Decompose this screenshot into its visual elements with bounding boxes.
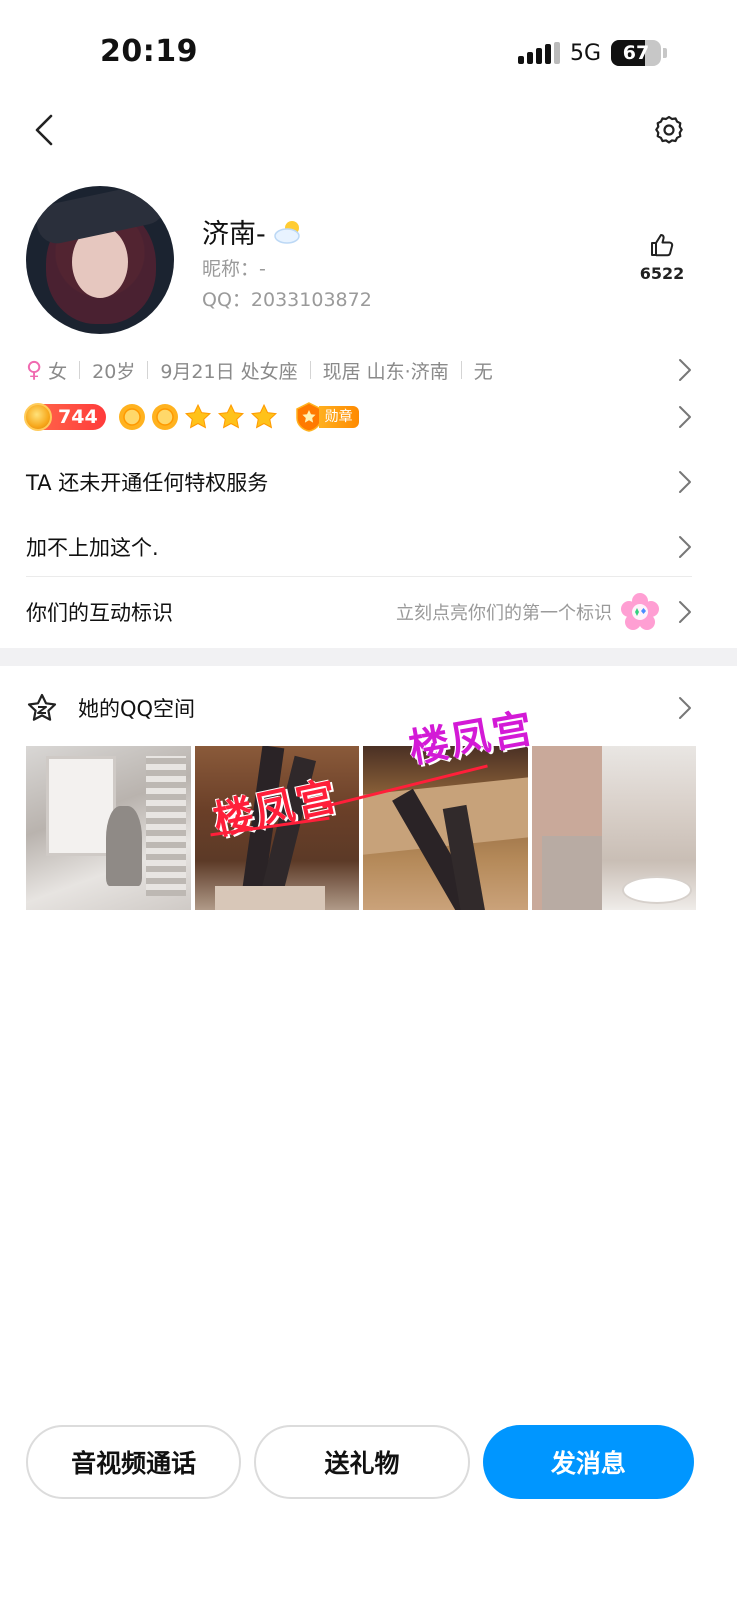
- level-row[interactable]: 744 勋章: [24, 400, 692, 434]
- medal-label: 勋章: [318, 406, 359, 428]
- coin-value: 744: [58, 406, 98, 428]
- extra-text: 无: [473, 360, 493, 383]
- divider: [26, 576, 692, 577]
- medal-badge: 勋章: [295, 402, 359, 432]
- interaction-row[interactable]: 你们的互动标识 立刻点亮你们的第一个标识: [26, 582, 692, 642]
- thumbs-up-icon: [651, 234, 674, 257]
- sun-icon: [118, 404, 145, 430]
- like-count: 6522: [639, 264, 685, 283]
- profile-name-row: 济南-: [202, 212, 304, 251]
- section-divider: [0, 648, 737, 666]
- avatar[interactable]: [26, 186, 174, 334]
- star-icon: [184, 403, 211, 429]
- interaction-hint-group: 立刻点亮你们的第一个标识: [396, 592, 660, 632]
- interaction-hint: 立刻点亮你们的第一个标识: [396, 603, 612, 624]
- signal-icon: [517, 42, 560, 64]
- skirt: [214, 886, 325, 910]
- star-icon: [250, 403, 277, 429]
- gender-text: 女: [48, 360, 68, 383]
- profile-name: 济南-: [202, 219, 266, 250]
- partly-cloudy-icon: [274, 220, 300, 244]
- network-type: 5G: [569, 40, 601, 66]
- qzone-row[interactable]: 她的QQ空间: [26, 686, 692, 730]
- send-message-button[interactable]: 发消息: [482, 1425, 694, 1499]
- divider: [309, 361, 311, 379]
- back-button[interactable]: [26, 112, 62, 148]
- flower-icon: [621, 593, 659, 630]
- divider: [460, 361, 462, 379]
- signature-text: 加不上加这个.: [26, 536, 159, 560]
- qzone-star-icon: [27, 693, 57, 721]
- chevron-left-icon: [35, 114, 53, 146]
- chevron-right-icon: [679, 471, 691, 493]
- battery-icon: 67: [611, 40, 661, 66]
- chevron-right-icon: [679, 359, 691, 381]
- chevron-right-icon: [679, 536, 691, 558]
- status-indicators: 5G 67: [517, 40, 667, 66]
- battery-level: 67: [622, 42, 650, 64]
- gear-icon: [655, 115, 683, 144]
- chevron-right-icon: [679, 406, 691, 428]
- send-gift-button[interactable]: 送礼物: [254, 1425, 470, 1499]
- female-icon: ♀: [26, 357, 43, 383]
- coin-icon: [24, 403, 52, 431]
- video-call-button[interactable]: 音视频通话: [26, 1425, 242, 1499]
- qzone-photo[interactable]: [531, 746, 696, 910]
- sink: [621, 876, 692, 904]
- like-button[interactable]: 6522: [637, 232, 687, 283]
- settings-button[interactable]: [651, 112, 687, 148]
- qzone-photo[interactable]: [26, 746, 191, 910]
- signature-row[interactable]: 加不上加这个.: [26, 517, 692, 577]
- basic-info-row[interactable]: ♀ 女 20岁 9月21日 处女座 现居 山东·济南 无: [26, 354, 692, 386]
- profile-qq-number: QQ：2033103872: [202, 289, 372, 311]
- age-text: 20岁: [92, 360, 136, 383]
- star-icon: [217, 403, 244, 429]
- divider: [147, 361, 149, 379]
- qzone-label: 她的QQ空间: [78, 697, 196, 721]
- chevron-right-icon: [679, 697, 691, 719]
- interaction-label: 你们的互动标识: [26, 601, 173, 625]
- privilege-row[interactable]: TA 还未开通任何特权服务: [26, 452, 692, 512]
- dress: [541, 836, 602, 910]
- battery-tip: [663, 48, 667, 58]
- birthday-text: 9月21日 处女座: [160, 360, 298, 383]
- qzone-photo[interactable]: [363, 746, 528, 910]
- status-time: 20:19: [100, 34, 198, 69]
- profile-nickname: 昵称：-: [202, 258, 266, 280]
- location-text: 现居 山东·济南: [322, 360, 449, 383]
- status-bar: 20:19 5G 67: [0, 0, 737, 100]
- divider: [79, 361, 81, 379]
- coin-badge: 744: [24, 403, 106, 431]
- chevron-right-icon: [679, 601, 691, 623]
- privilege-text: TA 还未开通任何特权服务: [26, 471, 269, 495]
- sun-icon: [151, 404, 178, 430]
- qzone-photo-strip: [26, 746, 696, 910]
- radiator: [146, 756, 186, 896]
- bottom-action-bar: 音视频通话 送礼物 发消息: [26, 1425, 694, 1499]
- figure: [106, 806, 142, 886]
